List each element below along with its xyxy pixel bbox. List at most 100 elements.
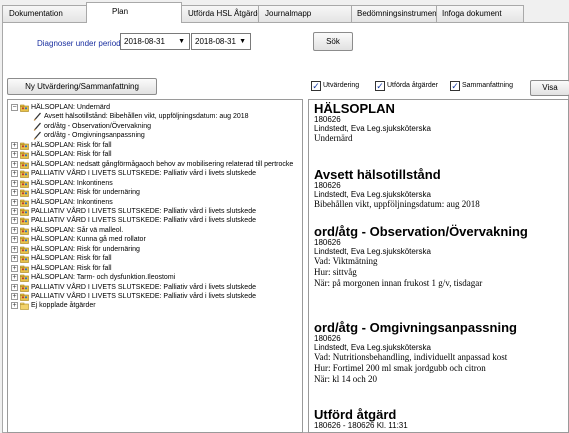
tree-expander-icon[interactable]: + (11, 274, 18, 282)
tab-utforda-hsl-atgarder[interactable]: Utförda HSL Åtgärder (181, 5, 259, 22)
tree-expander-icon[interactable]: + (11, 293, 18, 300)
tree-expander-icon[interactable]: + (11, 179, 18, 187)
tree-expander-icon[interactable]: + (11, 264, 18, 272)
tree-row-label: ord/åtg - Observation/Övervakning (44, 122, 151, 130)
report-section-text: Bibehållen vikt, uppföljningsdatum: aug … (314, 199, 480, 209)
tree-expander-icon[interactable]: + (11, 302, 18, 310)
filter-sammanfattning-checkbox[interactable]: ✓ (450, 81, 460, 91)
care-plan-tree[interactable]: − HÄLSOPLAN: Undernärd Avsett hälsotillstå… (7, 99, 303, 433)
tree-expander-icon[interactable]: + (11, 151, 18, 159)
show-button[interactable]: Visa (530, 80, 569, 96)
tree-expander-icon[interactable]: + (11, 207, 18, 215)
tree-row[interactable]: + HÄLSOPLAN: Tarm- och dysfunktion.Ileost… (8, 273, 302, 282)
report-section-heading: HÄLSOPLAN (314, 101, 395, 116)
tree-row[interactable]: + PALLIATIV VÅRD I LIVETS SLUTSKEDE: Pall… (8, 169, 302, 178)
report-section-text: Vad: Viktmätning (314, 256, 378, 266)
tree-row-label: HÄLSOPLAN: nedsatt gångförmågaoch behov … (31, 160, 294, 168)
tree-row[interactable]: + HÄLSOPLAN: Risk för undernäring (8, 188, 302, 197)
tree-expander-icon[interactable]: + (11, 189, 18, 197)
folder-people-icon (20, 245, 29, 254)
tree-row-label: PALLIATIV VÅRD I LIVETS SLUTSKEDE: Palli… (31, 207, 256, 215)
tree-row[interactable]: + HÄLSOPLAN: Inkontinens (8, 198, 302, 207)
report-section-heading: ord/åtg - Omgivningsanpassning (314, 320, 517, 335)
date-from-picker[interactable]: 2018-08-31 ▼ (120, 33, 190, 50)
tree-row-label: HÄLSOPLAN: Inkontinens (31, 198, 113, 206)
chevron-down-icon[interactable]: ▼ (178, 34, 185, 49)
tree-row[interactable]: + HÄLSOPLAN: Risk för fall (8, 150, 302, 160)
report-section-author: Lindstedt, Eva Leg.sjuksköterska (314, 343, 431, 352)
folder-people-icon (20, 160, 29, 169)
tree-row[interactable]: + Ej kopplade åtgärder (8, 301, 302, 311)
tree-row[interactable]: + HÄLSOPLAN: Risk för undernäring (8, 245, 302, 254)
report-section-date: 180626 (314, 181, 341, 190)
folder-people-icon (20, 273, 29, 282)
tree-row-label: PALLIATIV VÅRD I LIVETS SLUTSKEDE: Palli… (31, 170, 256, 178)
report-section: HÄLSOPLAN 180626 Lindstedt, Eva Leg.sjuksk… (314, 102, 564, 144)
tree-row[interactable]: ord/åtg - Observation/Övervakning (8, 122, 302, 131)
tree-row[interactable]: + PALLIATIV VÅRD I LIVETS SLUTSKEDE: Pall… (8, 207, 302, 216)
pencil-icon (33, 122, 42, 131)
tree-expander-icon[interactable]: + (11, 217, 18, 225)
tree-row-label: PALLIATIV VÅRD I LIVETS SLUTSKEDE: Palli… (31, 217, 256, 225)
filter-utforda-atgarder-checkbox[interactable]: ✓ (375, 81, 385, 91)
pencil-icon (33, 131, 42, 141)
tree-row-label: HÄLSOPLAN: Undernärd (31, 104, 110, 111)
tree-row-label: Ej kopplade åtgärder (31, 302, 96, 310)
folder-people-icon (20, 264, 29, 273)
tree-expander-icon[interactable]: + (11, 245, 18, 253)
report-section-heading: Avsett hälsotillstånd (314, 167, 441, 182)
tree-expander-icon[interactable]: − (11, 104, 18, 111)
report-section-text: Vad: Nutritionsbehandling, individuellt … (314, 352, 508, 362)
tree-row[interactable]: − HÄLSOPLAN: Undernärd (8, 103, 302, 112)
tree-expander-icon[interactable]: + (11, 160, 18, 168)
tree-row[interactable]: + HÄLSOPLAN: nedsatt gångförmågaoch behov… (8, 160, 302, 169)
tree-row[interactable]: + PALLIATIV VÅRD I LIVETS SLUTSKEDE: Pall… (8, 283, 302, 292)
tab-infoga-dokument[interactable]: Infoga dokument (436, 5, 524, 22)
tree-row[interactable]: + PALLIATIV VÅRD I LIVETS SLUTSKEDE: Pall… (8, 216, 302, 226)
new-evaluation-button[interactable]: Ny Utvärdering/Sammanfattning (7, 78, 157, 95)
report-section: ord/åtg - Observation/Övervakning 180626 L… (314, 225, 564, 289)
tree-expander-icon[interactable]: + (11, 283, 18, 291)
filter-utvardering-label: Utvärdering (323, 82, 360, 89)
folder-people-icon (20, 283, 29, 292)
tree-expander-icon[interactable]: + (11, 255, 18, 263)
chevron-down-icon[interactable]: ▼ (239, 34, 246, 49)
tree-row[interactable]: ord/åtg - Omgivningsanpassning (8, 131, 302, 141)
tree-row-label: HÄLSOPLAN: Risk för undernäring (31, 245, 140, 253)
tree-expander-icon[interactable]: + (11, 236, 18, 244)
tree-row[interactable]: + HÄLSOPLAN: Risk för fall (8, 264, 302, 273)
tab-journalmapp[interactable]: Journalmapp (258, 5, 352, 22)
date-from-value: 2018-08-31 (124, 37, 165, 46)
tab-plan[interactable]: Plan (86, 2, 182, 23)
report-section-date: 180626 - 180626 Kl. 11:31 (314, 421, 408, 430)
tree-row[interactable]: Avsett hälsotillstånd: Bibehållen vikt, … (8, 112, 302, 122)
tab-dokumentation[interactable]: Dokumentation (2, 5, 87, 22)
tree-row[interactable]: + HÄLSOPLAN: Kunna gå med rollator (8, 235, 302, 245)
tree-row[interactable]: + HÄLSOPLAN: Inkontinens (8, 179, 302, 188)
folder-people-icon (20, 141, 29, 150)
tab-bar: Dokumentation Plan Utförda HSL Åtgärder … (0, 0, 569, 23)
filter-utvardering-checkbox[interactable]: ✓ (311, 81, 321, 91)
tab-bedomningsinstrument[interactable]: Bedömningsinstrument (351, 5, 437, 22)
tree-row[interactable]: + HÄLSOPLAN: Sår vä malleol. (8, 226, 302, 235)
tree-row[interactable]: + HÄLSOPLAN: Risk för fall (8, 141, 302, 150)
tree-expander-icon[interactable]: + (11, 198, 18, 206)
tree-expander-icon[interactable]: + (11, 226, 18, 234)
report-section-text: Hur: sittvåg (314, 267, 357, 277)
report-view[interactable]: HÄLSOPLAN 180626 Lindstedt, Eva Leg.sjuksk… (308, 99, 569, 433)
report-section-author: Lindstedt, Eva Leg.sjuksköterska (314, 124, 431, 133)
report-section-text: Undernärd (314, 133, 353, 143)
report-section-text: När: på morgonen innan frukost 1 g/v, ti… (314, 278, 483, 288)
report-section-author: Lindstedt, Eva Leg.sjuksköterska (314, 190, 431, 199)
report-section-text: Hur: Fortimel 200 ml smak jordgubb och c… (314, 363, 486, 373)
tree-expander-icon[interactable]: + (11, 170, 18, 178)
folder-people-icon (20, 292, 29, 301)
tree-row-label: PALLIATIV VÅRD I LIVETS SLUTSKEDE: Palli… (31, 293, 256, 300)
tree-row[interactable]: + HÄLSOPLAN: Risk för fall (8, 254, 302, 263)
tree-expander-icon[interactable]: + (11, 141, 18, 149)
report-section-author: Lindstedt, Eva Leg.sjuksköterska (314, 247, 431, 256)
folder-people-icon (20, 188, 29, 197)
date-to-picker[interactable]: 2018-08-31 ▼ (191, 33, 251, 50)
search-button[interactable]: Sök (313, 32, 353, 51)
tree-row[interactable]: + PALLIATIV VÅRD I LIVETS SLUTSKEDE: Pall… (8, 292, 302, 301)
